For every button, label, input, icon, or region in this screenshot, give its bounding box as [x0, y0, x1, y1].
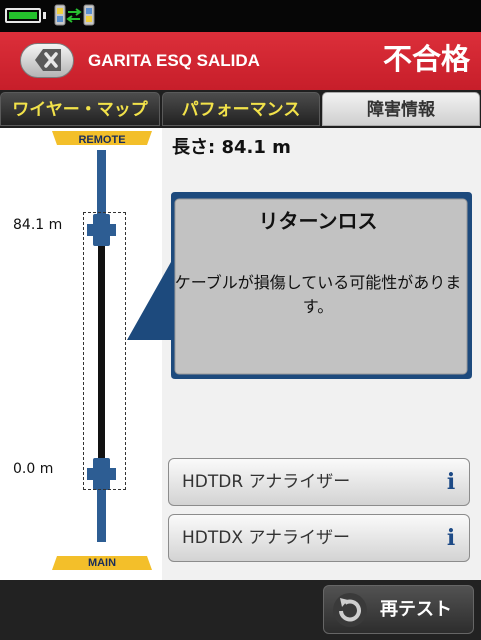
close-button[interactable] — [20, 43, 74, 78]
device-link-icon — [54, 4, 95, 26]
length-label: 長さ: — [172, 137, 216, 158]
battery-level — [9, 12, 37, 19]
info-icon: i — [446, 525, 456, 551]
near-distance-label: 0.0 m — [13, 461, 54, 477]
main-label: MAIN — [87, 557, 117, 569]
test-name-title: GARITA ESQ SALIDA — [88, 51, 260, 70]
remote-label: REMOTE — [78, 134, 126, 146]
cable-length: 長さ: 84.1 m — [172, 135, 342, 161]
fault-range-marker[interactable] — [83, 212, 126, 490]
battery-tip — [43, 12, 46, 19]
callout-title: リターンロス — [258, 209, 378, 233]
cable-segment-remote — [97, 150, 106, 218]
close-x-icon — [35, 49, 61, 71]
far-distance-label: 84.1 m — [13, 217, 63, 233]
battery-icon — [5, 8, 41, 23]
retest-icon — [333, 593, 367, 627]
hdtdr-analyzer-button[interactable]: HDTDR アナライザー i — [168, 458, 470, 506]
hdtdx-analyzer-button[interactable]: HDTDX アナライザー i — [168, 514, 470, 562]
tab-performance[interactable]: パフォーマンス — [162, 92, 320, 126]
tab-wire-map[interactable]: ワイヤー・マップ — [0, 92, 160, 126]
tab-fault-info[interactable]: 障害情報 — [322, 92, 480, 126]
retest-button[interactable]: 再テスト — [323, 585, 474, 634]
test-result-status: 不合格 — [382, 42, 470, 76]
hdtdr-analyzer-label: HDTDR アナライザー — [182, 472, 351, 492]
retest-label: 再テスト — [380, 599, 452, 620]
callout-message: ケーブルが損傷している可能性があります。 — [174, 273, 462, 316]
info-icon: i — [446, 469, 456, 495]
length-value: 84.1 m — [221, 137, 291, 158]
hdtdx-analyzer-label: HDTDX アナライザー — [182, 528, 351, 548]
